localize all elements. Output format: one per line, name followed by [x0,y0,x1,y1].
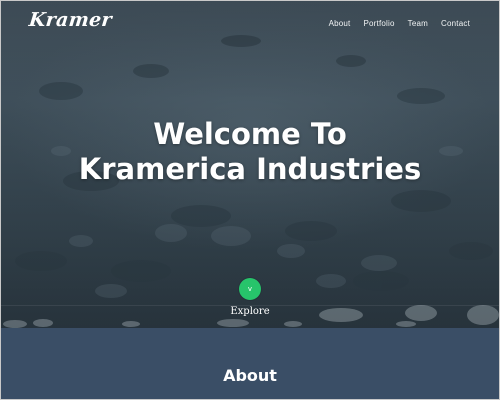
nav-link-portfolio[interactable]: Portfolio [363,19,394,28]
navbar: Kramer About Portfolio Team Contact [1,1,499,47]
hero-section: Kramer About Portfolio Team Contact Welc… [1,1,499,328]
hero-headline-line2: Kramerica Industries [78,152,422,186]
nav-link-about[interactable]: About [329,19,351,28]
explore-chevron-button[interactable]: v [239,278,261,300]
hero-headline-line1: Welcome To [153,117,347,151]
page-frame: Kramer About Portfolio Team Contact Welc… [0,0,500,400]
hero-headline: Welcome To Kramerica Industries [1,117,499,187]
explore-link[interactable]: Explore [1,306,499,317]
brand-logo[interactable]: Kramer [28,9,113,31]
about-section: About [1,328,499,399]
nav-link-team[interactable]: Team [408,19,428,28]
nav-link-contact[interactable]: Contact [441,19,470,28]
nav-links: About Portfolio Team Contact [329,19,470,28]
about-title: About [223,366,277,385]
chevron-down-icon: v [247,285,253,293]
